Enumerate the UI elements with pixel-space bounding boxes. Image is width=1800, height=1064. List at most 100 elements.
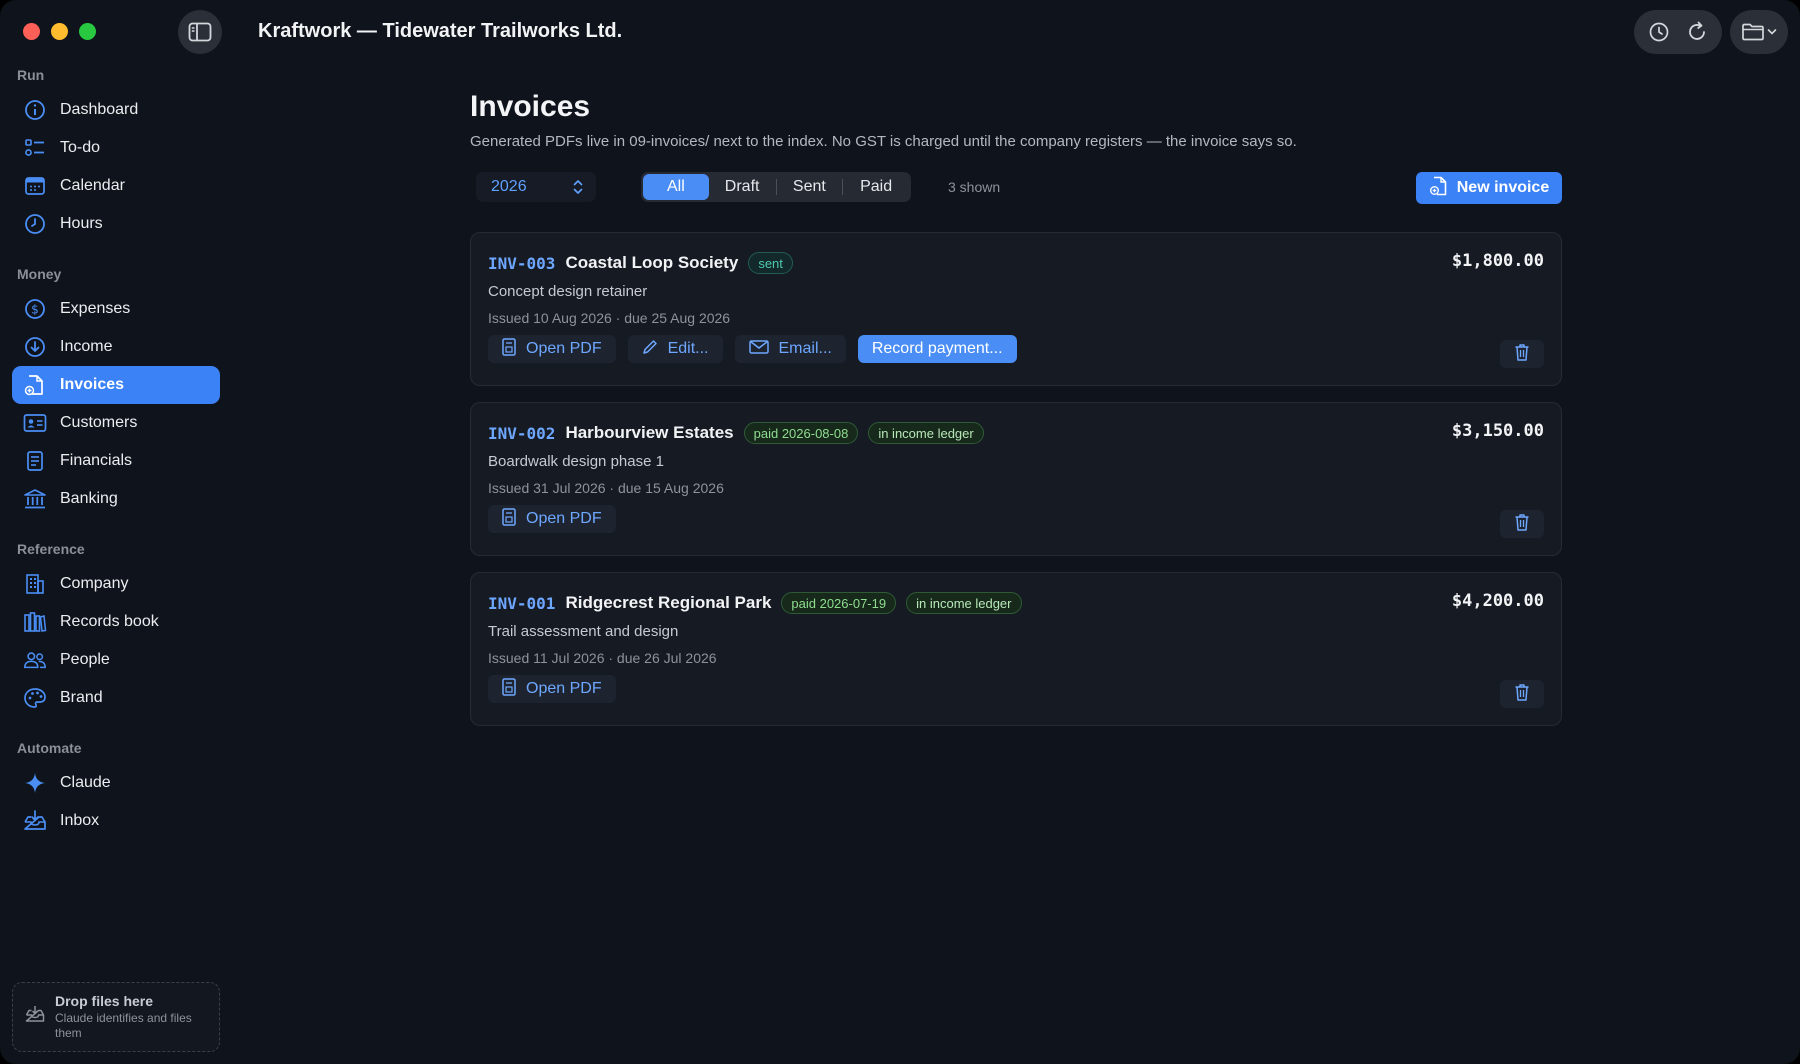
open-pdf-button[interactable]: Open PDF: [488, 335, 616, 363]
sidebar-item-banking[interactable]: Banking: [12, 480, 220, 518]
sidebar-item-label: People: [60, 651, 110, 668]
sidebar-item-label: Hours: [60, 215, 103, 232]
email-label: Email...: [778, 340, 832, 357]
customer-name: Coastal Loop Society: [565, 253, 739, 272]
sidebar-item-label: Inbox: [60, 812, 100, 829]
record-payment-button[interactable]: Record payment...: [857, 335, 1017, 363]
status-badge: sent: [748, 252, 793, 274]
dollar-icon: $: [23, 297, 47, 321]
invoice-dates: Issued 11 Jul 2026 · due 26 Jul 2026: [488, 650, 717, 666]
email-button[interactable]: Email...: [734, 335, 846, 363]
section-label-money: Money: [17, 266, 62, 282]
info-icon: [23, 98, 47, 122]
calendar-icon: [23, 174, 47, 198]
edit-label: Edit...: [667, 340, 709, 357]
year-select-value: 2026: [491, 178, 527, 195]
checklist-icon: [23, 136, 47, 160]
open-pdf-button[interactable]: Open PDF: [488, 675, 616, 703]
open-pdf-label: Open PDF: [526, 680, 602, 697]
envelope-icon: [748, 339, 769, 360]
minimize-window-button[interactable]: [51, 23, 68, 40]
close-window-button[interactable]: [23, 23, 40, 40]
tray-icon: [25, 1005, 45, 1028]
sidebar-item-hours[interactable]: Hours: [12, 205, 220, 243]
bank-icon: [23, 487, 47, 511]
sidebar-item-company[interactable]: Company: [12, 565, 220, 603]
sidebar-item-dashboard[interactable]: Dashboard: [12, 91, 220, 129]
invoice-icon: [23, 373, 47, 397]
sidebar-toggle-button[interactable]: [178, 10, 222, 54]
folder-icon: [1741, 22, 1765, 42]
status-filter: All Draft Sent Paid: [641, 172, 911, 202]
sidebar-item-expenses[interactable]: $ Expenses: [12, 290, 220, 328]
sidebar: Run Dashboard To-do Calendar Hours Money…: [0, 64, 232, 1064]
sidebar-item-label: Financials: [60, 452, 133, 469]
paid-badge: paid 2026-07-19: [781, 592, 897, 614]
invoice-number: INV-002: [488, 423, 556, 443]
contact-card-icon: [23, 411, 47, 435]
inbox-icon: [23, 809, 47, 833]
invoice-description: Concept design retainer: [488, 283, 648, 300]
main-content: Invoices Generated PDFs live in 09-invoi…: [470, 90, 1562, 726]
sidebar-item-label: To-do: [60, 139, 101, 156]
sidebar-item-label: Income: [60, 338, 113, 355]
filter-paid[interactable]: Paid: [843, 174, 909, 200]
invoice-amount: $1,800.00: [1451, 251, 1544, 271]
sidebar-item-brand[interactable]: Brand: [12, 679, 220, 717]
trash-icon: [1514, 513, 1530, 536]
sidebar-item-invoices[interactable]: Invoices: [12, 366, 220, 404]
sidebar-item-financials[interactable]: Financials: [12, 442, 220, 480]
ledger-badge: in income ledger: [906, 592, 1022, 614]
sidebar-item-income[interactable]: Income: [12, 328, 220, 366]
shown-count: 3 shown: [948, 179, 1001, 195]
section-label-run: Run: [17, 67, 45, 83]
sidebar-item-claude[interactable]: Claude: [12, 764, 220, 802]
year-select[interactable]: 2026: [476, 172, 596, 202]
maximize-window-button[interactable]: [79, 23, 96, 40]
invoice-amount: $3,150.00: [1451, 421, 1544, 441]
filter-all[interactable]: All: [643, 174, 709, 200]
delete-invoice-button[interactable]: [1500, 510, 1544, 538]
paid-badge: paid 2026-08-08: [743, 422, 859, 444]
sidebar-item-inbox[interactable]: Inbox: [12, 802, 220, 840]
ledger-badge: in income ledger: [868, 422, 984, 444]
invoice-dates: Issued 31 Jul 2026 · due 15 Aug 2026: [488, 480, 724, 496]
filter-draft[interactable]: Draft: [709, 174, 776, 200]
sidebar-item-label: Claude: [60, 774, 111, 791]
delete-invoice-button[interactable]: [1500, 680, 1544, 708]
new-invoice-button[interactable]: New invoice: [1416, 172, 1562, 204]
invoice-amount: $4,200.00: [1451, 591, 1544, 611]
customer-name: Ridgecrest Regional Park: [565, 593, 772, 612]
pencil-icon: [642, 339, 658, 360]
chevron-down-icon: [1767, 28, 1777, 36]
sparkle-icon: [23, 771, 47, 795]
svg-text:$: $: [31, 303, 39, 317]
people-icon: [23, 648, 47, 672]
filter-sent[interactable]: Sent: [777, 174, 843, 200]
up-down-chevron-icon: [572, 178, 584, 201]
open-pdf-button[interactable]: Open PDF: [488, 505, 616, 533]
sidebar-item-people[interactable]: People: [12, 641, 220, 679]
file-dropzone[interactable]: Drop files here Claude identifies and fi…: [12, 982, 220, 1052]
sidebar-item-todo[interactable]: To-do: [12, 129, 220, 167]
sidebar-item-calendar[interactable]: Calendar: [12, 167, 220, 205]
sidebar-item-label: Banking: [60, 490, 118, 507]
clock-icon: [23, 212, 47, 236]
refresh-icon[interactable]: [1686, 21, 1708, 43]
page-subtitle: Generated PDFs live in 09-invoices/ next…: [470, 133, 1297, 150]
sidebar-item-customers[interactable]: Customers: [12, 404, 220, 442]
sidebar-item-records-book[interactable]: Records book: [12, 603, 220, 641]
sidebar-item-label: Records book: [60, 613, 159, 630]
folder-menu-button[interactable]: [1730, 10, 1788, 54]
pdf-icon: [502, 337, 516, 361]
history-icon[interactable]: [1648, 21, 1670, 43]
invoice-card: INV-003 Coastal Loop Society sent $1,800…: [470, 232, 1562, 386]
edit-button[interactable]: Edit...: [627, 335, 723, 363]
building-icon: [23, 572, 47, 596]
delete-invoice-button[interactable]: [1500, 340, 1544, 368]
trash-icon: [1514, 343, 1530, 366]
books-icon: [23, 610, 47, 634]
invoice-dates: Issued 10 Aug 2026 · due 25 Aug 2026: [488, 310, 731, 326]
dropzone-subtitle: Claude identifies and files them: [55, 1011, 192, 1040]
document-lines-icon: [23, 449, 47, 473]
